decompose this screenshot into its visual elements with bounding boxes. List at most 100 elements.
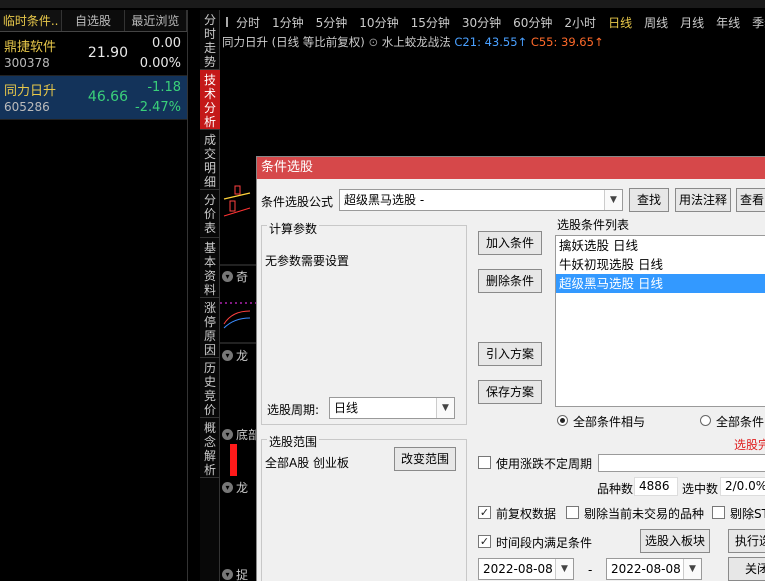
range-label: 选股范围 xyxy=(267,433,320,450)
vtab-limit-reason[interactable]: 涨停原因 xyxy=(200,298,220,358)
radio-all-or[interactable] xyxy=(700,415,711,426)
exclude-st-label: 剔除ST xyxy=(730,507,765,521)
candle xyxy=(229,200,236,212)
no-params-text: 无参数需要设置 xyxy=(265,254,350,268)
radio-all-and-label: 全部条件相与 xyxy=(573,415,646,429)
vtab-timeshare[interactable]: 分时走势 xyxy=(200,10,220,70)
collapse-icon[interactable]: ▾ xyxy=(222,350,233,361)
top-menu-bar xyxy=(0,0,765,8)
variable-period-input[interactable] xyxy=(598,454,765,472)
use-variable-period-checkbox[interactable] xyxy=(478,456,491,469)
period-monthly[interactable]: 月线 xyxy=(680,14,704,31)
view-button[interactable]: 查看 xyxy=(736,188,765,212)
adjusted-data-checkbox[interactable]: ✓ xyxy=(478,506,491,519)
vtab-technical[interactable]: 技术分析 xyxy=(200,70,220,130)
period-30m[interactable]: 30分钟 xyxy=(462,14,501,31)
condition-list[interactable]: 擒妖选股 日线 牛妖初现选股 日线 超级黑马选股 日线 xyxy=(555,235,765,407)
date-from-picker[interactable]: 2022-08-08 ▼ xyxy=(478,558,574,580)
period-weekly[interactable]: 周线 xyxy=(644,14,668,31)
candle xyxy=(234,185,241,195)
period-5m[interactable]: 5分钟 xyxy=(316,14,348,31)
save-scheme-button[interactable]: 保存方案 xyxy=(478,380,542,404)
chart-title: 同力日升 (日线 等比前复权) xyxy=(222,35,365,49)
vtab-trades[interactable]: 成交明细 xyxy=(200,130,220,190)
condition-list-label: 选股条件列表 xyxy=(557,218,630,232)
collapse-icon[interactable]: ▾ xyxy=(222,482,233,493)
calc-params-label: 计算参数 xyxy=(267,220,320,237)
period-satisfy-checkbox[interactable]: ✓ xyxy=(478,535,491,548)
period-15m[interactable]: 15分钟 xyxy=(411,14,450,31)
stock-change-pct: 0.00% xyxy=(139,56,181,71)
chevron-down-icon[interactable]: ▼ xyxy=(683,559,701,579)
close-button[interactable]: 关闭 xyxy=(728,557,765,581)
subpanel-title: ▾ 龙 xyxy=(222,479,248,496)
count-label: 品种数 xyxy=(597,482,634,496)
usage-notes-button[interactable]: 用法注释 xyxy=(675,188,731,212)
add-to-board-button[interactable]: 选股入板块 xyxy=(640,529,710,553)
date-to-picker[interactable]: 2022-08-08 ▼ xyxy=(606,558,702,580)
date-from-value: 2022-08-08 xyxy=(483,562,553,576)
chevron-down-icon[interactable]: ▼ xyxy=(436,398,454,418)
date-separator: - xyxy=(588,563,593,577)
change-range-button[interactable]: 改变范围 xyxy=(394,447,456,471)
execute-button[interactable]: 执行选 xyxy=(728,529,765,553)
adjusted-data-label: 前复权数据 xyxy=(496,507,557,521)
stock-price: 46.66 xyxy=(87,89,128,105)
stock-name: 鼎捷软件 xyxy=(4,40,57,55)
vtab-auction[interactable]: 历史竞价 xyxy=(200,358,220,418)
list-item[interactable]: 擒妖选股 日线 xyxy=(556,236,765,255)
exclude-untraded-checkbox[interactable] xyxy=(566,506,579,519)
remove-condition-button[interactable]: 删除条件 xyxy=(478,269,542,293)
import-scheme-button[interactable]: 引入方案 xyxy=(478,342,542,366)
dialog-title[interactable]: 条件选股 xyxy=(257,157,765,179)
subpanel-title: ▾ 奇 xyxy=(222,268,248,285)
collapse-icon[interactable]: ▾ xyxy=(222,569,233,580)
period-10m[interactable]: 10分钟 xyxy=(359,14,398,31)
vtab-price-table[interactable]: 分价表 xyxy=(200,190,220,238)
hit-value: 2/0.0% xyxy=(720,477,765,496)
period-60m[interactable]: 60分钟 xyxy=(513,14,552,31)
period-satisfy-label: 时间段内满足条件 xyxy=(496,536,593,550)
list-item-selected[interactable]: 超级黑马选股 日线 xyxy=(556,274,765,293)
chevron-down-icon[interactable]: ▼ xyxy=(604,190,622,210)
list-item[interactable]: 牛妖初现选股 日线 xyxy=(556,255,765,274)
exclude-st-checkbox[interactable] xyxy=(712,506,725,519)
chart-canvas[interactable] xyxy=(220,56,260,581)
formula-select[interactable]: 超级黑马选股 - ▼ xyxy=(339,189,623,211)
collapse-icon[interactable]: ▾ xyxy=(222,429,233,440)
collapse-icon[interactable]: ▾ xyxy=(222,271,233,282)
period-daily[interactable]: 日线 xyxy=(608,14,632,31)
watchlist-row-selected[interactable]: 同力日升 605286 46.66 -1.18 -2.47% xyxy=(0,76,187,120)
period-yearly[interactable]: 年线 xyxy=(716,14,740,31)
stock-code: 300378 xyxy=(4,56,50,70)
hit-label: 选中数 xyxy=(682,482,719,496)
period-timeshare[interactable]: 分时 xyxy=(236,14,260,31)
add-condition-button[interactable]: 加入条件 xyxy=(478,231,542,255)
period-select[interactable]: 日线 ▼ xyxy=(329,397,455,419)
stock-code: 605286 xyxy=(4,100,50,114)
vtab-basic-info[interactable]: 基本资料 xyxy=(200,238,220,298)
stock-change-pct: -2.47% xyxy=(135,100,181,115)
dropdown-icon[interactable]: ⊙ xyxy=(368,35,378,49)
layout-toggle-icon[interactable] xyxy=(226,17,228,27)
subpanel-title: ▾ 底部 xyxy=(222,426,260,443)
vtab-concept[interactable]: 概念解析 xyxy=(200,418,220,478)
tab-my-stocks[interactable]: 自选股 xyxy=(62,10,125,31)
watchlist-row[interactable]: 鼎捷软件 300378 21.90 0.00 0.00% xyxy=(0,32,187,76)
period-quarterly[interactable]: 季线 xyxy=(752,14,765,31)
chevron-down-icon[interactable]: ▼ xyxy=(555,559,573,579)
period-2h[interactable]: 2小时 xyxy=(564,14,596,31)
subpanel-title: ▾ 捉 xyxy=(222,566,248,581)
stock-change: -1.18 xyxy=(147,80,181,95)
exclude-untraded-label: 剔除当前未交易的品种 xyxy=(584,507,705,521)
period-value: 日线 xyxy=(334,401,359,415)
period-1m[interactable]: 1分钟 xyxy=(272,14,304,31)
vertical-tab-strip: 分时走势 技术分析 成交明细 分价表 基本资料 涨停原因 历史竞价 概念解析 xyxy=(200,10,220,581)
radio-all-and[interactable] xyxy=(557,415,568,426)
tab-recent[interactable]: 最近浏览 xyxy=(125,10,187,31)
find-button[interactable]: 查找 xyxy=(629,188,669,212)
indicator-curve xyxy=(223,310,251,325)
tab-temp-condition[interactable]: 临时条件.. xyxy=(0,10,63,31)
subpanel-title: ▾ 龙 xyxy=(222,347,248,364)
range-value: 全部A股 创业板 xyxy=(265,456,350,470)
